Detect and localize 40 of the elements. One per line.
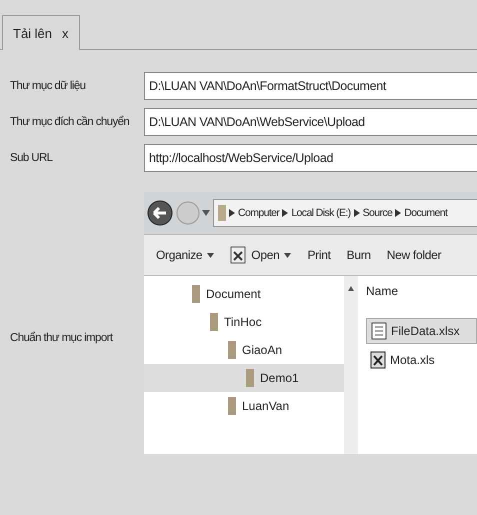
scrollbar[interactable] — [344, 276, 358, 454]
folder-tree-item[interactable]: GiaoAn — [144, 336, 344, 364]
caret-icon — [284, 252, 292, 258]
scroll-up-icon[interactable] — [348, 286, 354, 291]
back-icon[interactable] — [146, 199, 174, 227]
toolbar-button[interactable]: Print — [301, 246, 337, 264]
folder-tree-item[interactable]: Demo1 — [144, 364, 344, 392]
input-field[interactable]: http://localhost/WebService/Upload — [144, 144, 477, 172]
spreadsheet-icon — [370, 351, 386, 369]
breadcrumb-item[interactable]: Local Disk (E:) — [291, 207, 351, 219]
toolbar-button[interactable]: Burn — [340, 246, 377, 264]
file-item[interactable]: Mota.xls — [366, 348, 477, 372]
breadcrumb-item[interactable]: Document — [404, 207, 448, 219]
column-header[interactable]: Name — [366, 284, 477, 298]
field-label: Sub URL — [10, 152, 54, 164]
dropdown-icon[interactable] — [202, 210, 210, 216]
folder-tree-item[interactable]: LuanVan — [144, 392, 344, 420]
field-label: Thư mục đích cần chuyển — [10, 116, 130, 128]
input-field[interactable]: D:\LUAN VAN\DoAn\FormatStruct\Document — [144, 72, 477, 100]
tab[interactable]: Tải lên x — [2, 15, 80, 50]
field-label: Thư mục dữ liệu — [10, 80, 86, 92]
chevron-icon — [354, 209, 360, 217]
caret-icon — [207, 252, 214, 258]
folder-tree-item[interactable]: Document — [144, 280, 344, 308]
breadcrumb-item[interactable]: Computer — [238, 207, 280, 219]
toolbar-button[interactable]: New folder — [380, 246, 448, 264]
toolbar-button[interactable]: Organize — [150, 246, 220, 264]
spreadsheet-icon — [371, 322, 387, 340]
field-label: Chuẩn thư mục import — [10, 332, 114, 344]
chevron-icon — [395, 209, 402, 217]
folder-tree-item[interactable]: TinHoc — [144, 308, 344, 336]
breadcrumb-item[interactable]: Source — [362, 207, 392, 219]
input-field[interactable]: D:\LUAN VAN\DoAn\WebService\Upload — [144, 108, 477, 136]
chevron-icon — [282, 209, 288, 217]
address-bar[interactable]: Computer Local Disk (E:) Source Document — [213, 199, 477, 227]
document-icon — [230, 246, 246, 264]
close-icon[interactable]: x — [62, 26, 69, 40]
chevron-icon — [229, 209, 235, 217]
file-item[interactable]: FileData.xlsx — [366, 318, 477, 344]
toolbar-button[interactable]: Open — [224, 244, 298, 266]
